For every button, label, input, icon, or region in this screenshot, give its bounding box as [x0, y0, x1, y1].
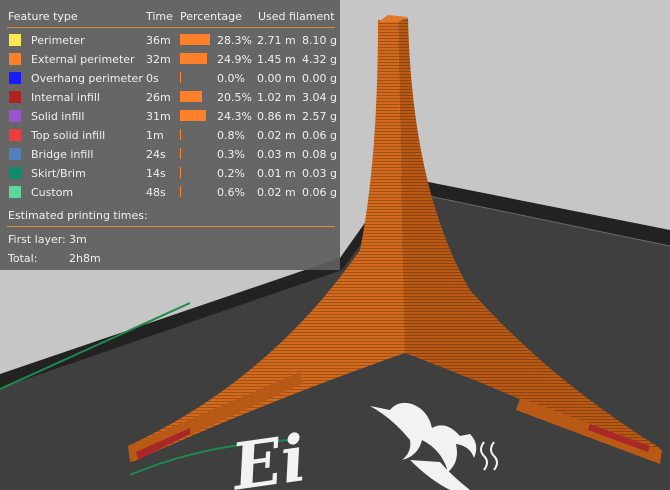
filament-length: 1.02 m [257, 91, 296, 104]
feature-label: Overhang perimeter [31, 72, 143, 85]
percentage-value: 0.3% [217, 148, 245, 161]
legend-row[interactable]: Overhang perimeter 0s 0.0% 0.00 m 0.00 g [0, 68, 340, 87]
time-value: 31m [146, 110, 171, 123]
feature-label: External perimeter [31, 53, 135, 66]
filament-length: 0.00 m [257, 72, 296, 85]
time-value: 14s [146, 167, 166, 180]
percentage-bar [180, 186, 181, 197]
percentage-value: 0.0% [217, 72, 245, 85]
color-swatch-icon [9, 72, 21, 84]
filament-weight: 0.06 g [302, 129, 337, 142]
first-layer-value: 3m [69, 233, 87, 246]
legend-panel: Feature type Time Percentage Used filame… [0, 0, 340, 270]
feature-label: Top solid infill [31, 129, 106, 142]
color-swatch-icon [9, 167, 21, 179]
time-value: 32m [146, 53, 171, 66]
time-value: 0s [146, 72, 159, 85]
filament-weight: 0.08 g [302, 148, 337, 161]
percentage-bar [180, 148, 181, 159]
percentage-bar [180, 53, 207, 64]
estimated-times-label: Estimated printing times: [8, 209, 148, 222]
filament-weight: 0.06 g [302, 186, 337, 199]
percentage-value: 24.9% [217, 53, 252, 66]
color-swatch-icon [9, 34, 21, 46]
color-swatch-icon [9, 91, 21, 103]
filament-length: 0.02 m [257, 129, 296, 142]
percentage-value: 0.2% [217, 167, 245, 180]
percentage-value: 0.8% [217, 129, 245, 142]
header-percentage: Percentage [180, 10, 242, 23]
filament-length: 0.03 m [257, 148, 296, 161]
time-value: 1m [146, 129, 164, 142]
first-layer-label: First layer: [8, 233, 66, 246]
percentage-bar [180, 129, 181, 140]
filament-length: 0.02 m [257, 186, 296, 199]
time-value: 24s [146, 148, 166, 161]
legend-row[interactable]: Skirt/Brim 14s 0.2% 0.01 m 0.03 g [0, 163, 340, 182]
percentage-value: 20.5% [217, 91, 252, 104]
legend-row[interactable]: Top solid infill 1m 0.8% 0.02 m 0.06 g [0, 125, 340, 144]
percentage-value: 24.3% [217, 110, 252, 123]
filament-weight: 8.10 g [302, 34, 337, 47]
filament-weight: 2.57 g [302, 110, 337, 123]
color-swatch-icon [9, 186, 21, 198]
feature-label: Solid infill [31, 110, 85, 123]
legend-row[interactable]: Perimeter 36m 28.3% 2.71 m 8.10 g [0, 30, 340, 49]
percentage-value: 28.3% [217, 34, 252, 47]
legend-row[interactable]: Bridge infill 24s 0.3% 0.03 m 0.08 g [0, 144, 340, 163]
legend-row[interactable]: External perimeter 32m 24.9% 1.45 m 4.32 g [0, 49, 340, 68]
filament-length: 2.71 m [257, 34, 296, 47]
feature-label: Internal infill [31, 91, 100, 104]
filament-weight: 3.04 g [302, 91, 337, 104]
color-swatch-icon [9, 53, 21, 65]
time-value: 48s [146, 186, 166, 199]
percentage-bar [180, 91, 202, 102]
color-swatch-icon [9, 129, 21, 141]
percentage-bar [180, 110, 206, 121]
header-divider [7, 27, 335, 28]
percentage-bar [180, 34, 210, 45]
percentage-bar [180, 72, 181, 83]
model-tower [378, 22, 398, 172]
legend-row[interactable]: Internal infill 26m 20.5% 1.02 m 3.04 g [0, 87, 340, 106]
time-value: 36m [146, 34, 171, 47]
time-value: 26m [146, 91, 171, 104]
header-used-filament: Used filament [258, 10, 335, 23]
filament-weight: 4.32 g [302, 53, 337, 66]
filament-length: 1.45 m [257, 53, 296, 66]
filament-length: 0.01 m [257, 167, 296, 180]
feature-label: Perimeter [31, 34, 85, 47]
legend-row[interactable]: Solid infill 31m 24.3% 0.86 m 2.57 g [0, 106, 340, 125]
color-swatch-icon [9, 148, 21, 160]
feature-label: Skirt/Brim [31, 167, 86, 180]
feature-label: Custom [31, 186, 74, 199]
filament-length: 0.86 m [257, 110, 296, 123]
percentage-bar [180, 167, 181, 178]
times-divider [7, 226, 335, 227]
total-value: 2h8m [69, 252, 101, 265]
bed-logo: Ei [226, 421, 311, 490]
feature-label: Bridge infill [31, 148, 94, 161]
total-label: Total: [8, 252, 38, 265]
filament-weight: 0.00 g [302, 72, 337, 85]
filament-weight: 0.03 g [302, 167, 337, 180]
legend-row[interactable]: Custom 48s 0.6% 0.02 m 0.06 g [0, 182, 340, 201]
color-swatch-icon [9, 110, 21, 122]
header-feature-type: Feature type [8, 10, 78, 23]
percentage-value: 0.6% [217, 186, 245, 199]
header-time: Time [146, 10, 173, 23]
